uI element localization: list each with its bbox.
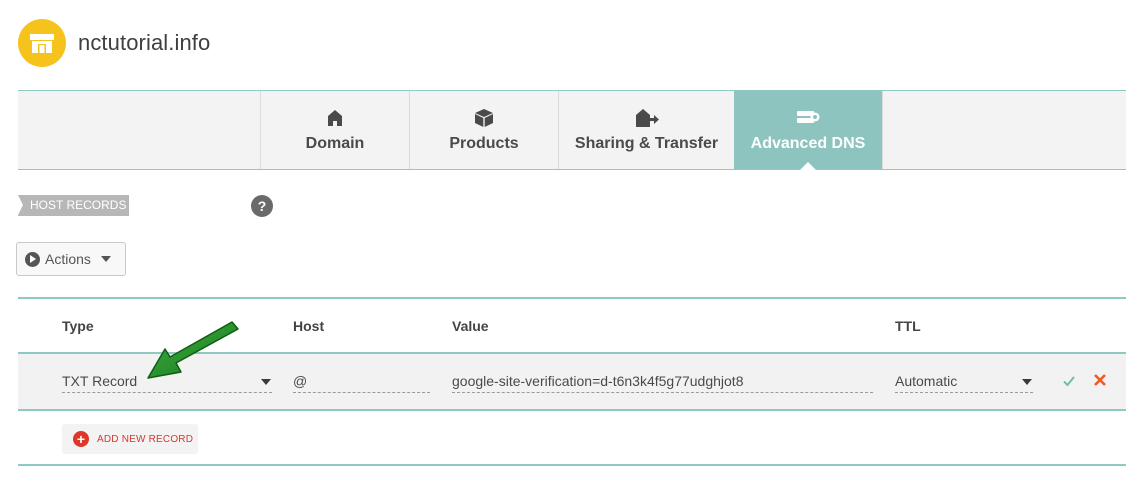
add-new-record-label: ADD NEW RECORD (97, 433, 194, 445)
domain-tab-bar: Domain Products Sharing & Transfer Advan… (18, 90, 1126, 170)
record-ttl-value: Automatic (895, 373, 958, 389)
column-header-host: Host (293, 318, 325, 334)
annotation-arrow-icon (147, 321, 239, 379)
domain-title: nctutorial.info (78, 30, 211, 55)
actions-dropdown[interactable]: Actions (16, 242, 126, 276)
checkmark-icon[interactable] (1062, 374, 1076, 388)
play-icon (25, 251, 40, 267)
tab-sharing-transfer[interactable]: Sharing & Transfer (558, 91, 734, 169)
chevron-down-icon (1022, 379, 1032, 385)
chevron-down-icon (100, 256, 111, 262)
table-top-border (18, 297, 1126, 299)
tab-divider (882, 91, 883, 169)
column-header-ttl: TTL (895, 318, 921, 334)
server-icon (796, 108, 820, 128)
storefront-icon (18, 19, 66, 67)
column-header-type: Type (62, 318, 94, 334)
chevron-down-icon (261, 379, 271, 385)
house-transfer-icon (635, 108, 659, 128)
close-icon[interactable] (1093, 373, 1107, 387)
add-new-record-button[interactable]: + ADD NEW RECORD (62, 424, 198, 454)
record-type-value: TXT Record (62, 373, 138, 389)
domain-header: nctutorial.info (18, 19, 210, 67)
tab-products[interactable]: Products (409, 91, 558, 169)
row-separator (18, 409, 1126, 411)
tab-advanced-dns[interactable]: Advanced DNS (734, 91, 882, 170)
tab-domain[interactable]: Domain (260, 91, 409, 169)
record-value-input[interactable]: google-site-verification=d-t6n3k4f5g77ud… (452, 371, 873, 393)
tab-label: Products (449, 134, 519, 152)
tab-label: Advanced DNS (750, 134, 866, 152)
record-host-input[interactable]: @ (293, 371, 430, 393)
column-header-value: Value (452, 318, 489, 334)
host-records-badge: HOST RECORDS (18, 195, 129, 216)
actions-label: Actions (45, 251, 91, 267)
box-icon (474, 108, 494, 128)
table-bottom-border (18, 464, 1126, 466)
tab-label: Domain (305, 134, 365, 152)
help-icon[interactable]: ? (251, 195, 273, 217)
tab-label: Sharing & Transfer (574, 134, 719, 152)
record-ttl-select[interactable]: Automatic (895, 371, 1033, 393)
house-icon (327, 108, 343, 128)
plus-circle-icon: + (73, 431, 89, 447)
